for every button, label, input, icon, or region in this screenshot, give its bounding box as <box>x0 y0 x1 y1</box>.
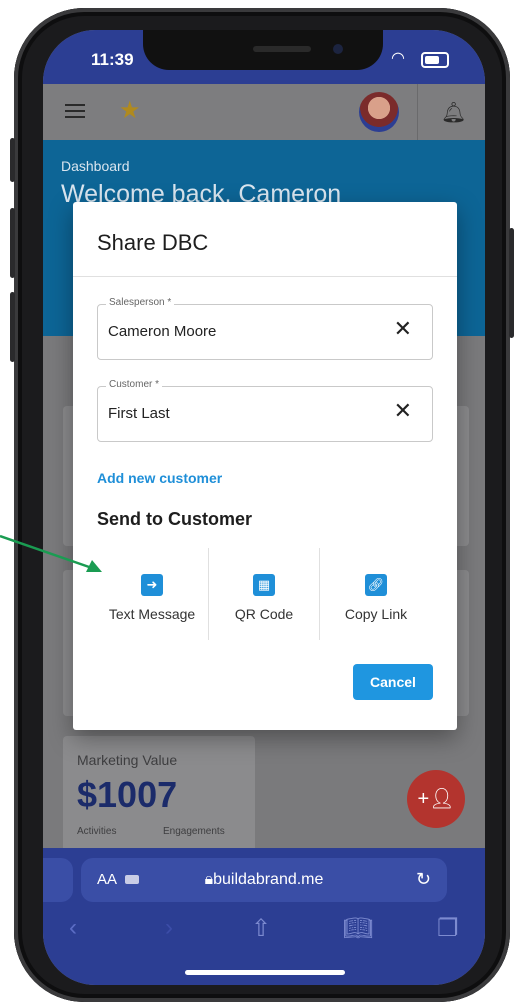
option-label: Text Message <box>108 606 196 622</box>
engagements-label: Engagements <box>163 826 225 837</box>
bell-icon[interactable]: 🔔︎ <box>441 100 466 125</box>
side-button <box>10 138 15 182</box>
option-label: QR Code <box>234 606 294 622</box>
reload-icon[interactable]: ↻ <box>416 869 431 890</box>
text-message-option[interactable]: ➜ Text Message <box>97 550 207 640</box>
speaker <box>253 46 311 52</box>
link-icon: 🔗︎ <box>365 574 387 596</box>
header-divider <box>417 84 418 140</box>
previous-tab-pill[interactable] <box>43 858 73 902</box>
side-button <box>10 208 15 278</box>
browser-toolbar: AA 🔒︎buildabrand.me ↻ ‹ › ⇧ 📖︎ ❐ <box>43 848 485 985</box>
share-icon[interactable]: ⇧ <box>251 914 271 943</box>
copy-link-option[interactable]: 🔗︎ Copy Link <box>321 550 431 640</box>
qr-code-icon: ▦ <box>253 574 275 596</box>
dashboard-label: Dashboard <box>61 158 130 174</box>
menu-icon[interactable] <box>65 104 85 118</box>
home-indicator <box>185 970 345 975</box>
wifi-icon: ◠ <box>391 50 405 67</box>
side-button <box>10 292 15 362</box>
salesperson-value: Cameron Moore <box>108 323 217 340</box>
salesperson-field[interactable]: Salesperson * Cameron Moore ✕ <box>97 297 433 360</box>
annotation-arrow <box>0 534 102 572</box>
customer-field[interactable]: Customer * First Last ✕ <box>97 379 433 442</box>
status-bar: 11:39 ◠ <box>43 30 485 84</box>
cancel-button[interactable]: Cancel <box>353 664 433 700</box>
battery-icon <box>421 52 449 68</box>
clear-salesperson-icon[interactable]: ✕ <box>394 318 412 340</box>
dialog-divider <box>73 276 457 277</box>
forward-icon[interactable]: › <box>165 914 173 942</box>
front-camera <box>333 44 343 54</box>
bookmarks-icon[interactable]: 📖︎ <box>343 914 373 943</box>
address-bar[interactable]: AA 🔒︎buildabrand.me ↻ <box>81 858 447 902</box>
qr-code-option[interactable]: ▦ QR Code <box>209 550 319 640</box>
option-divider <box>319 548 320 640</box>
option-label: Copy Link <box>344 606 408 622</box>
url-value: buildabrand.me <box>213 871 324 888</box>
app-header: ★ 🔔︎ <box>43 84 485 140</box>
share-dbc-dialog: Share DBC Salesperson * Cameron Moore ✕ … <box>73 202 457 730</box>
arrow-forward-icon: ➜ <box>141 574 163 596</box>
send-to-customer-heading: Send to Customer <box>97 509 253 529</box>
star-icon[interactable]: ★ <box>119 96 141 125</box>
avatar[interactable] <box>359 92 399 132</box>
activities-label: Activities <box>77 826 117 837</box>
tabs-icon[interactable]: ❐ <box>437 914 459 943</box>
notch <box>143 30 383 70</box>
customer-value: First Last <box>108 405 170 422</box>
customer-label: Customer * <box>106 379 163 390</box>
marketing-value-title: Marketing Value <box>77 752 178 768</box>
status-time: 11:39 <box>91 50 134 69</box>
url-text: 🔒︎buildabrand.me <box>204 871 324 888</box>
back-icon[interactable]: ‹ <box>69 914 77 942</box>
dialog-title: Share DBC <box>97 230 209 255</box>
side-button <box>509 228 514 338</box>
marketing-value: $1007 <box>77 774 178 815</box>
add-person-button[interactable]: +👤︎ <box>407 770 465 828</box>
salesperson-label: Salesperson * <box>106 297 175 308</box>
add-new-customer-link[interactable]: Add new customer <box>97 470 222 486</box>
clear-customer-icon[interactable]: ✕ <box>394 400 412 422</box>
